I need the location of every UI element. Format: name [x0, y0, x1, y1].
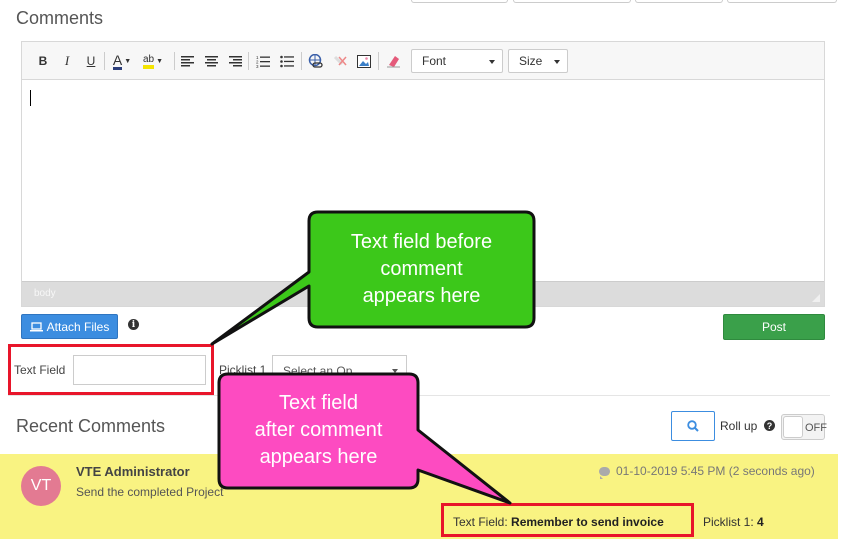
comment-timestamp-group: 01-10-2019 5:45 PM (2 seconds ago) [599, 464, 815, 479]
align-right-icon [228, 55, 242, 66]
avatar: VT [21, 466, 61, 506]
ordered-list-button[interactable]: 123 [256, 52, 270, 70]
callout-pink-line-2: after comment [254, 419, 383, 441]
attach-files-label: Attach Files [46, 319, 110, 334]
eraser-icon [387, 56, 400, 68]
chevron-down-icon [554, 60, 560, 64]
callout-pink-text: Text field after comment appears here [219, 390, 418, 471]
top-button-2[interactable] [513, 0, 631, 3]
font-select-label: Font [422, 54, 447, 68]
align-center-icon [204, 55, 218, 66]
unlink-button[interactable] [333, 52, 348, 70]
highlight-button[interactable]: ab ▼ [140, 52, 166, 70]
post-button[interactable]: Post [723, 314, 825, 340]
rollup-label: Roll up [720, 419, 758, 433]
comment-timestamp: 01-10-2019 5:45 PM (2 seconds ago) [616, 464, 815, 478]
clear-format-button[interactable] [386, 52, 401, 70]
highlight-icon: ab [142, 54, 155, 69]
insert-link-button[interactable] [308, 52, 323, 70]
callout-green-line-1: Text field before [350, 231, 493, 253]
page-right-gutter [838, 0, 860, 539]
attach-files-button[interactable]: Attach Files [21, 314, 118, 339]
link-icon [308, 54, 323, 68]
top-button-3[interactable] [635, 0, 723, 3]
callout-pink-line-1: Text field [279, 392, 358, 414]
text-cursor [30, 90, 31, 106]
chat-bubble-icon [599, 466, 610, 479]
size-select[interactable]: Size [508, 49, 568, 73]
comment-author: VTE Administrator [76, 464, 190, 479]
chevron-down-icon [489, 60, 495, 64]
unordered-list-icon [280, 55, 294, 67]
callout-green-line-3: appears here [362, 285, 481, 307]
text-field-highlight-box [8, 344, 214, 395]
toolbar-separator [104, 52, 105, 70]
font-select[interactable]: Font [411, 49, 503, 73]
search-comments-button[interactable] [671, 411, 715, 441]
comments-title: Comments [16, 8, 104, 28]
toolbar-separator [248, 52, 249, 70]
callout-green-text: Text field before comment appears here [309, 229, 534, 310]
image-icon [357, 54, 371, 68]
font-color-button[interactable]: A ▼ [111, 52, 133, 70]
size-select-label: Size [519, 54, 543, 68]
laptop-icon [29, 321, 43, 331]
picklist-select[interactable]: Select an Op [272, 355, 407, 385]
toggle-state-label: OFF [805, 422, 827, 434]
info-icon[interactable]: i [128, 319, 139, 330]
align-left-icon [180, 55, 194, 66]
unordered-list-button[interactable] [280, 52, 294, 70]
section-divider [8, 395, 830, 396]
insert-image-button[interactable] [357, 52, 371, 70]
align-center-button[interactable] [204, 52, 218, 70]
underline-button[interactable]: U [84, 52, 98, 70]
callout-green-line-2: comment [380, 258, 463, 280]
unlink-icon [333, 55, 347, 66]
comment-picklist: Picklist 1: 4 [703, 515, 764, 529]
comment-text: Send the completed Project [76, 485, 224, 499]
align-left-button[interactable] [180, 52, 194, 70]
comment-text-field-highlight-box [441, 503, 694, 537]
toolbar-separator [301, 52, 302, 70]
toggle-knob [783, 416, 803, 438]
chevron-down-icon: ▼ [124, 57, 132, 65]
picklist-value: Select an Op [283, 364, 353, 378]
svg-text:3: 3 [256, 64, 259, 68]
comment-picklist-label: Picklist 1: [703, 515, 754, 529]
top-button-1[interactable] [411, 0, 508, 3]
italic-button[interactable]: I [60, 52, 74, 70]
chevron-down-icon [392, 369, 398, 373]
bold-button[interactable]: B [36, 52, 50, 70]
search-icon [687, 420, 699, 432]
editor-toolbar: B I U A ▼ ab ▼ 123 Font Size [22, 42, 824, 80]
recent-comments-title: Recent Comments [16, 416, 166, 436]
resize-handle-icon[interactable] [812, 294, 820, 302]
toolbar-separator [174, 52, 175, 70]
ordered-list-icon: 123 [256, 55, 270, 68]
chevron-down-icon: ▼ [156, 57, 164, 65]
top-button-4[interactable] [727, 0, 837, 3]
rollup-toggle[interactable]: OFF [781, 414, 827, 440]
comment-picklist-value: 4 [757, 515, 764, 529]
align-right-button[interactable] [228, 52, 242, 70]
font-color-icon: A [112, 51, 123, 70]
picklist-label: Picklist 1 [219, 363, 267, 377]
help-icon[interactable]: ? [764, 420, 775, 431]
callout-pink-line-3: appears here [259, 446, 378, 468]
toolbar-separator [378, 52, 379, 70]
element-path: body [34, 288, 56, 299]
